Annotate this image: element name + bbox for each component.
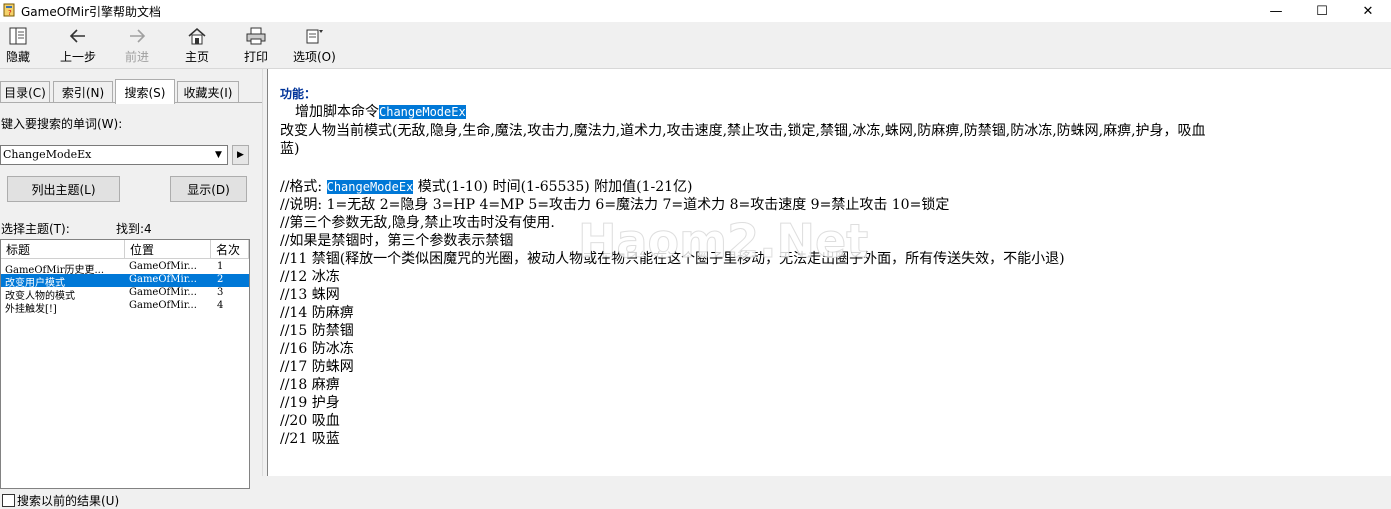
nav-tabs: 目录(C) 索引(N) 搜索(S) 收藏夹(I) [0, 79, 262, 104]
chevron-down-icon[interactable]: ▼ [210, 146, 227, 164]
help-book-icon: ? [3, 3, 15, 17]
content-line: //如果是禁锢时，第三个参数表示禁锢 [280, 233, 514, 249]
back-arrow-icon [69, 29, 85, 43]
forward-arrow-icon [130, 29, 146, 43]
back-button[interactable]: 上一步 [60, 26, 96, 66]
navigation-pane: 目录(C) 索引(N) 搜索(S) 收藏夹(I) 键入要搜索的单词(W): Ch… [0, 69, 262, 508]
list-topics-button[interactable]: 列出主题(L) [7, 176, 120, 202]
content-line: //18 麻痹 [280, 377, 340, 393]
forward-button[interactable]: 前进 [125, 26, 149, 66]
content-line: //19 护身 [280, 395, 340, 411]
search-panel: 键入要搜索的单词(W): ChangeModeEx ▼ ▶ 列出主题(L) 显示… [0, 102, 262, 508]
options-icon [306, 29, 324, 44]
content-line: //16 防冰冻 [280, 341, 354, 357]
hide-button[interactable]: 隐藏 [6, 26, 30, 66]
topic-content: 功能： 增加脚本命令ChangeModeEx 改变人物当前模式(无敌,隐身,生命… [267, 69, 1391, 476]
options-button[interactable]: 选项(O) [293, 26, 336, 66]
maximize-button[interactable]: ☐ [1299, 0, 1345, 22]
content-line: //第三个参数无敌,隐身,禁止攻击时没有使用. [280, 215, 555, 231]
play-arrow-icon: ▶ [237, 150, 244, 160]
title-bar: ? GameOfMir引擎帮助文档 — ☐ ✕ [0, 0, 1391, 22]
content-line: //17 防蛛网 [280, 359, 354, 375]
print-button[interactable]: 打印 [244, 26, 268, 66]
hide-label: 隐藏 [6, 50, 31, 64]
format-keyword-highlight: ChangeModeEx [326, 180, 414, 194]
table-row[interactable]: GameOfMir历史更... GameOfMir... 1 [1, 261, 249, 276]
tab-favorites[interactable]: 收藏夹(I) [177, 81, 239, 103]
results-list[interactable]: 标题 位置 名次 GameOfMir历史更... GameOfMir... 1 … [0, 239, 250, 489]
column-title[interactable]: 标题 [1, 240, 125, 259]
content-line: //14 防麻痹 [280, 305, 354, 321]
intro-line: 增加脚本命令ChangeModeEx [295, 101, 466, 121]
content-line: //12 冰冻 [280, 269, 340, 285]
printer-icon [246, 27, 266, 45]
home-label: 主页 [185, 50, 210, 64]
search-go-button[interactable]: ▶ [232, 145, 249, 165]
home-button[interactable]: 主页 [185, 26, 209, 66]
content-line: //15 防禁锢 [280, 323, 354, 339]
display-button[interactable]: 显示(D) [170, 176, 247, 202]
column-location[interactable]: 位置 [125, 240, 211, 259]
minimize-button[interactable]: — [1253, 0, 1299, 22]
search-previous-label: 搜索以前的结果(U) [17, 494, 120, 508]
table-row-selected[interactable]: 改变用户模式 GameOfMir... 2 [1, 274, 249, 289]
results-header: 标题 位置 名次 [1, 240, 249, 259]
content-line: //13 蛛网 [280, 287, 340, 303]
select-topic-label: 选择主题(T): [1, 222, 70, 236]
options-label: 选项(O) [293, 50, 336, 64]
content-line: //说明: 1=无敌 2=隐身 3=HP 4=MP 5=攻击力 6=魔法力 7=… [280, 197, 950, 213]
toolbar: 隐藏 上一步 前进 主页 打印 选项(O) [0, 22, 1391, 69]
watermark: Haom2.Net [577, 214, 869, 269]
print-label: 打印 [244, 50, 269, 64]
format-line: //格式: ChangeModeEx 模式(1-10) 时间(1-65535) … [280, 176, 693, 196]
topic-heading: 功能： [280, 87, 317, 101]
tab-index[interactable]: 索引(N) [53, 81, 113, 103]
tab-contents[interactable]: 目录(C) [0, 81, 50, 103]
description-line-2: 蓝) [280, 141, 300, 157]
format-suffix: 模式(1-10) 时间(1-65535) 附加值(1-21亿) [413, 179, 693, 195]
search-previous-checkbox[interactable] [2, 494, 15, 507]
content-line: //21 吸蓝 [280, 431, 340, 447]
search-input[interactable]: ChangeModeEx ▼ [0, 145, 228, 165]
search-prompt-label: 键入要搜索的单词(W): [1, 117, 123, 131]
hide-pane-icon [9, 27, 27, 45]
intro-text: 增加脚本命令 [295, 104, 379, 120]
home-icon [188, 28, 206, 45]
svg-text:?: ? [8, 9, 12, 17]
back-label: 上一步 [60, 50, 97, 64]
format-prefix: //格式: [280, 179, 327, 195]
description-line-1: 改变人物当前模式(无敌,隐身,生命,魔法,攻击力,魔法力,道术力,攻击速度,禁止… [280, 123, 1206, 139]
content-line: //20 吸血 [280, 413, 340, 429]
table-row[interactable]: 外挂触发[!] GameOfMir... 4 [1, 300, 249, 315]
keyword-highlight: ChangeModeEx [379, 105, 466, 119]
forward-label: 前进 [125, 50, 150, 64]
found-count: 找到:4 [116, 222, 152, 236]
close-button[interactable]: ✕ [1345, 0, 1391, 22]
column-rank[interactable]: 名次 [211, 240, 249, 259]
table-row[interactable]: 改变人物的模式 GameOfMir... 3 [1, 287, 249, 302]
tab-search[interactable]: 搜索(S) [115, 79, 175, 104]
window-title: GameOfMir引擎帮助文档 [21, 5, 162, 19]
search-input-value: ChangeModeEx [3, 148, 92, 161]
